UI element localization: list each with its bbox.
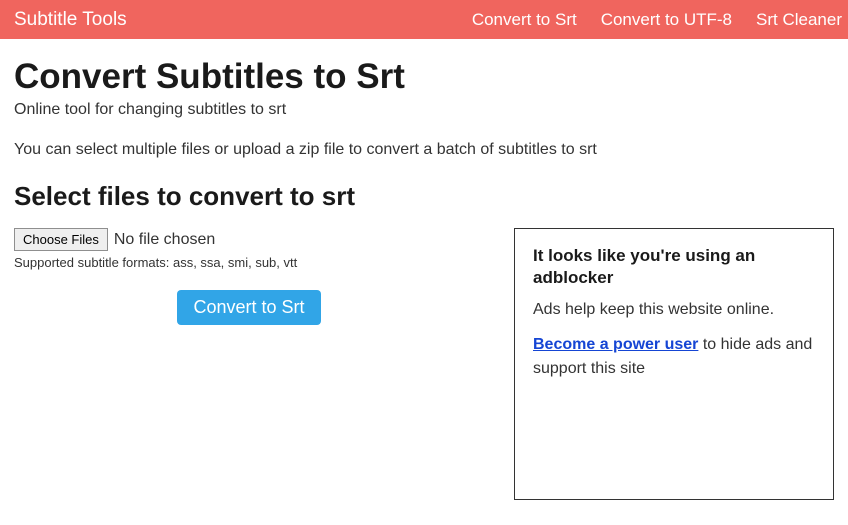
navbar: Subtitle Tools Convert to Srt Convert to… — [0, 0, 848, 39]
section-title: Select files to convert to srt — [14, 181, 834, 212]
adblock-notice: It looks like you're using an adblocker … — [514, 228, 834, 500]
convert-button[interactable]: Convert to Srt — [177, 290, 320, 325]
nav-link-convert-srt[interactable]: Convert to Srt — [472, 10, 577, 30]
nav-links: Convert to Srt Convert to UTF-8 Srt Clea… — [472, 0, 848, 39]
adblock-link-line: Become a power user to hide ads and supp… — [533, 333, 815, 381]
power-user-link[interactable]: Become a power user — [533, 336, 698, 353]
brand-link[interactable]: Subtitle Tools — [14, 9, 127, 31]
adblock-text: Ads help keep this website online. — [533, 301, 815, 319]
page-subtitle: Online tool for changing subtitles to sr… — [14, 101, 834, 119]
choose-files-button[interactable]: Choose Files — [14, 228, 108, 251]
convert-wrap: Convert to Srt — [14, 290, 484, 325]
supported-formats: Supported subtitle formats: ass, ssa, sm… — [14, 255, 484, 270]
two-col-layout: Choose Files No file chosen Supported su… — [14, 228, 834, 500]
file-input-row: Choose Files No file chosen — [14, 228, 484, 251]
upload-column: Choose Files No file chosen Supported su… — [14, 228, 484, 325]
page-title: Convert Subtitles to Srt — [14, 57, 834, 97]
nav-link-convert-utf8[interactable]: Convert to UTF-8 — [601, 10, 732, 30]
nav-link-srt-cleaner[interactable]: Srt Cleaner — [756, 10, 842, 30]
instructions: You can select multiple files or upload … — [14, 141, 834, 159]
file-status: No file chosen — [114, 231, 215, 249]
adblock-title: It looks like you're using an adblocker — [533, 245, 815, 289]
content: Convert Subtitles to Srt Online tool for… — [0, 39, 848, 514]
